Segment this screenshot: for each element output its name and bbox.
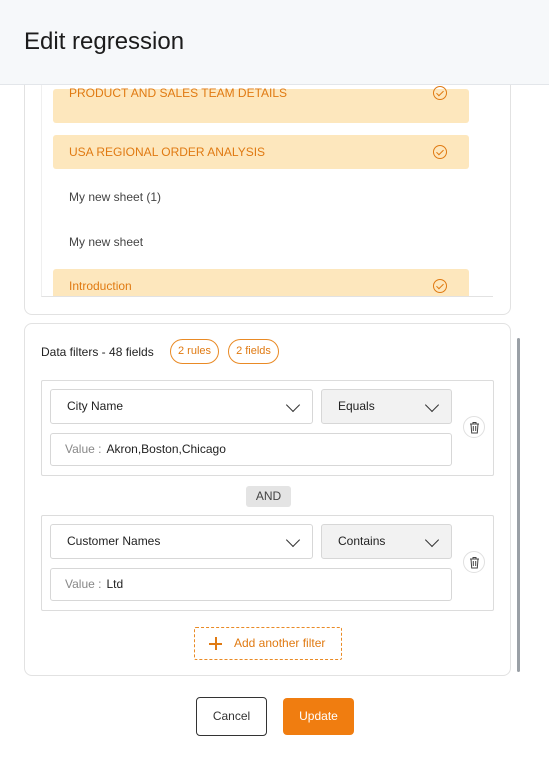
filters-title: Data filters - 48 fields [41,345,154,359]
sheet-item-label: USA REGIONAL ORDER ANALYSIS [69,145,266,159]
dialog-scrollbar[interactable] [517,338,520,672]
operator-select-value: Equals [338,399,375,413]
filter-rule-2: Customer Names Contains Value : Ltd [41,515,494,611]
data-filters-card: Data filters - 48 fields 2 rules 2 field… [24,323,511,676]
check-circle-icon [433,279,447,293]
delete-rule-button[interactable] [463,551,485,573]
value-label: Value : [65,577,102,591]
operator-select[interactable]: Equals [321,389,452,424]
update-button[interactable]: Update [283,698,354,735]
chevron-down-icon [285,532,301,548]
check-circle-icon [433,145,447,159]
sheet-item-usa-regional[interactable]: USA REGIONAL ORDER ANALYSIS [53,135,469,169]
field-select[interactable]: City Name [50,389,313,424]
sheets-list[interactable]: PRODUCT AND SALES TEAM DETAILS USA REGIO… [41,85,493,297]
chevron-down-icon [424,532,440,548]
value-text: Akron,Boston,Chicago [106,442,226,456]
add-filter-button[interactable]: Add another filter [194,627,342,660]
dialog-header: Edit regression [0,0,549,85]
sheets-card: PRODUCT AND SALES TEAM DETAILS USA REGIO… [24,85,511,315]
dialog-title: Edit regression [24,28,185,55]
value-input[interactable]: Value : Ltd [50,568,452,601]
sheet-item-my-new-sheet[interactable]: My new sheet [53,225,469,259]
and-conjunction: AND [246,486,291,507]
fields-count-badge: 2 fields [228,339,279,364]
chevron-down-icon [285,397,301,413]
sheet-item-label: PRODUCT AND SALES TEAM DETAILS [69,86,288,100]
value-text: Ltd [106,577,124,591]
add-filter-label: Add another filter [234,636,326,650]
rules-count-badge: 2 rules [170,339,219,364]
field-select-value: City Name [67,399,124,413]
sheet-item-label: Introduction [69,279,132,293]
filter-rule-1: City Name Equals Value : Akron,Boston,Chi… [41,380,494,476]
operator-select-value: Contains [338,534,386,548]
value-input[interactable]: Value : Akron,Boston,Chicago [50,433,452,466]
trash-icon [470,557,479,569]
check-circle-icon [433,86,447,100]
field-select[interactable]: Customer Names [50,524,313,559]
operator-select[interactable]: Contains [321,524,452,559]
delete-rule-button[interactable] [463,416,485,438]
sheet-item-product-sales[interactable]: PRODUCT AND SALES TEAM DETAILS [53,86,469,123]
sheet-item-label: My new sheet (1) [69,190,162,204]
value-label: Value : [65,442,102,456]
cancel-button[interactable]: Cancel [196,697,267,736]
chevron-down-icon [424,397,440,413]
trash-icon [470,422,479,434]
sheet-item-label: My new sheet [69,235,144,249]
plus-icon [209,637,222,650]
sheet-item-introduction[interactable]: Introduction [53,269,469,296]
sheet-item-my-new-sheet-1[interactable]: My new sheet (1) [53,180,469,214]
field-select-value: Customer Names [67,534,161,548]
